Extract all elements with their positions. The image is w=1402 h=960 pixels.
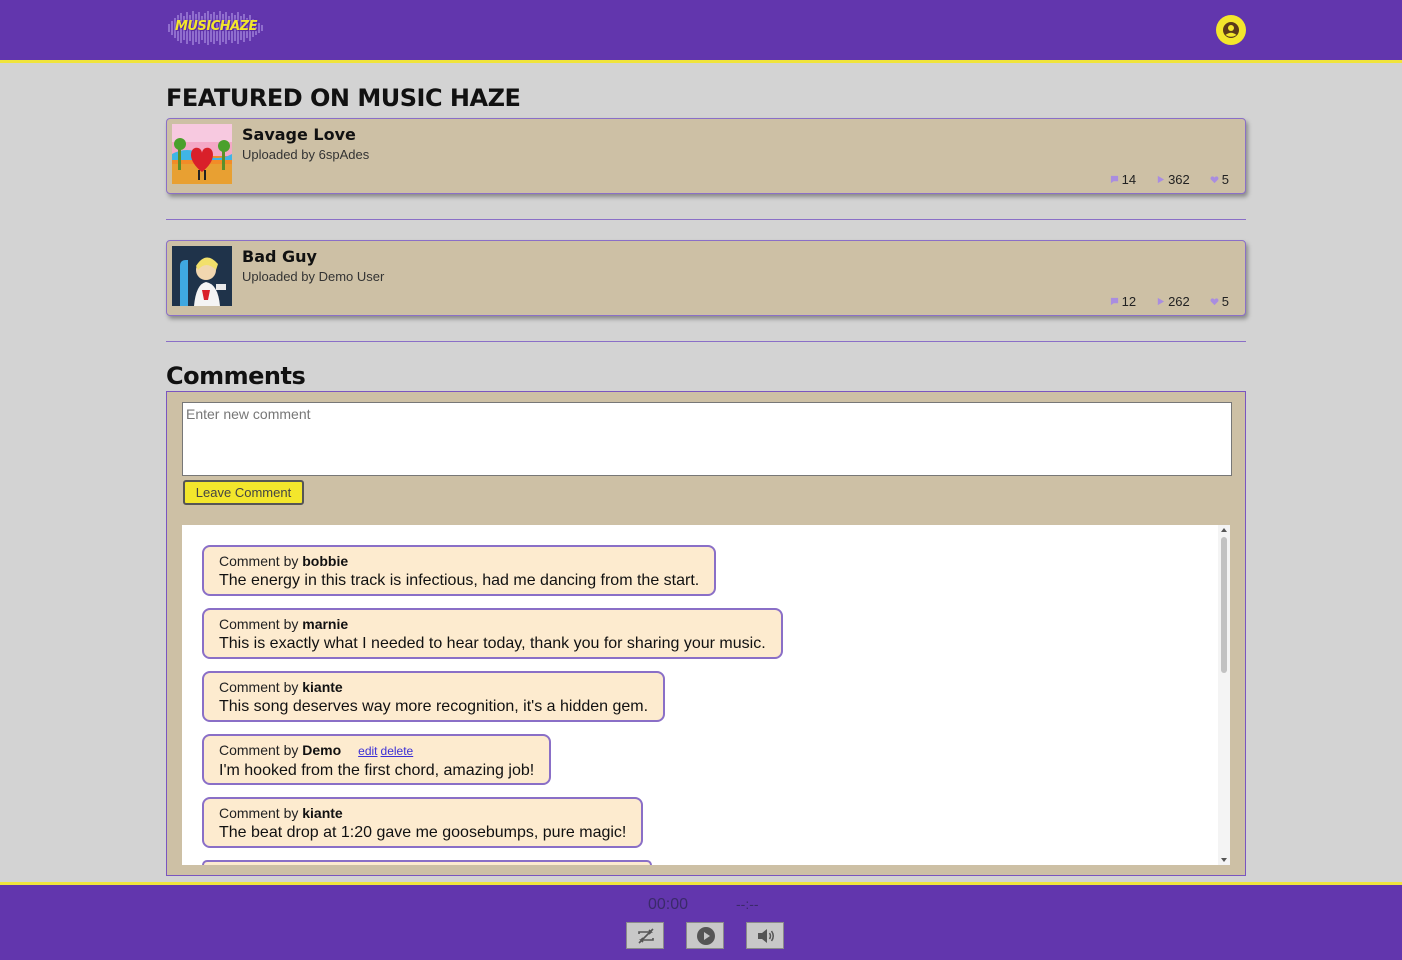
comment-author: marnie xyxy=(302,616,349,632)
comment-text: This is exactly what I needed to hear to… xyxy=(219,635,766,652)
top-navbar: MUSICHAZE xyxy=(0,0,1402,63)
song-uploader: Uploaded by Demo User xyxy=(242,269,385,284)
play-count-value: 362 xyxy=(1168,172,1190,187)
divider xyxy=(166,219,1246,220)
album-art xyxy=(172,246,232,306)
comment-prefix: Comment by xyxy=(219,679,299,695)
song-title[interactable]: Bad Guy xyxy=(242,247,317,266)
comment-item: Comment by kiante The beat drop at 1:20 … xyxy=(202,797,644,848)
comment-header: Comment by Demo edit delete xyxy=(219,742,534,760)
heart-icon xyxy=(1210,176,1219,184)
divider xyxy=(166,341,1246,342)
comments-panel: Leave Comment Comment by bobbie The ener… xyxy=(166,391,1246,876)
play-count: 362 xyxy=(1156,172,1190,187)
song-uploader: Uploaded by 6spAdes xyxy=(242,147,370,162)
scroll-down-arrow-icon[interactable] xyxy=(1221,858,1227,862)
comment-item-own: Comment by Demo edit delete I'm hooked fro… xyxy=(202,734,552,785)
song-stats: 12 262 5 xyxy=(1110,294,1229,309)
scroll-up-arrow-icon[interactable] xyxy=(1221,528,1227,532)
comment-count-value: 14 xyxy=(1121,172,1137,187)
logo-text: MUSICHAZE xyxy=(175,19,257,34)
comment-item: Comment by kiante This song deserves way… xyxy=(202,671,666,722)
user-circle-icon xyxy=(1223,22,1239,38)
comment-text: This song deserves way more recognition,… xyxy=(219,698,649,715)
song-card[interactable]: Bad Guy Uploaded by Demo User 12 262 5 xyxy=(166,240,1246,316)
like-count: 5 xyxy=(1210,172,1229,187)
comment-prefix: Comment by xyxy=(219,553,299,569)
comment-list[interactable]: Comment by bobbie The energy in this tra… xyxy=(182,525,1230,865)
like-count-value: 5 xyxy=(1221,172,1229,187)
comment-author: bobbie xyxy=(302,553,349,569)
comment-header: Comment by marnie xyxy=(219,616,766,633)
comment-prefix: Comment by xyxy=(219,742,299,758)
comment-item: Comment by marnie This is exactly what I… xyxy=(202,608,783,659)
musichaze-logo[interactable]: MUSICHAZE xyxy=(166,10,266,46)
album-art xyxy=(172,124,232,184)
song-title[interactable]: Savage Love xyxy=(242,125,356,144)
like-count: 5 xyxy=(1210,294,1229,309)
comment-text: The energy in this track is infectious, … xyxy=(219,572,700,589)
volume-button[interactable] xyxy=(746,922,784,949)
like-count-value: 5 xyxy=(1221,294,1229,309)
song-stats: 14 362 5 xyxy=(1110,172,1229,187)
comment-header: Comment by bobbie xyxy=(219,553,699,570)
play-count: 262 xyxy=(1156,294,1190,309)
edit-comment-link[interactable]: edit xyxy=(358,744,377,758)
comment-item: Comment by bobbie The energy in this tra… xyxy=(202,545,717,596)
new-comment-input[interactable] xyxy=(182,402,1232,476)
play-button[interactable] xyxy=(686,922,724,949)
comment-prefix: Comment by xyxy=(219,616,299,632)
volume-icon xyxy=(758,929,774,943)
comment-item-partial xyxy=(202,860,652,865)
comment-text: I'm hooked from the first chord, amazing… xyxy=(219,762,535,779)
comment-author: kiante xyxy=(302,679,343,695)
total-time: --:-- xyxy=(736,896,759,912)
comment-text: The beat drop at 1:20 gave me goosebumps… xyxy=(219,824,627,841)
comment-header: Comment by kiante xyxy=(219,805,626,822)
comment-author: Demo xyxy=(302,742,342,758)
featured-heading: FEATURED ON MUSIC HAZE xyxy=(166,84,521,112)
comment-list-scrollbar[interactable] xyxy=(1218,525,1230,865)
comment-header: Comment by kiante xyxy=(219,679,648,696)
comment-icon xyxy=(1110,175,1118,184)
current-time: 00:00 xyxy=(648,896,689,913)
comment-icon xyxy=(1110,297,1118,306)
comment-count: 12 xyxy=(1110,294,1136,309)
play-icon xyxy=(1157,297,1165,306)
play-icon xyxy=(697,927,715,945)
play-count-value: 262 xyxy=(1168,294,1190,309)
comments-heading: Comments xyxy=(166,362,306,390)
comment-prefix: Comment by xyxy=(219,805,299,821)
heart-icon xyxy=(1210,298,1219,306)
comment-count-value: 12 xyxy=(1121,294,1137,309)
delete-comment-link[interactable]: delete xyxy=(381,744,414,758)
leave-comment-button[interactable]: Leave Comment xyxy=(183,480,304,505)
loop-button[interactable] xyxy=(626,922,664,949)
comment-author: kiante xyxy=(302,805,343,821)
comment-count: 14 xyxy=(1110,172,1136,187)
user-account-button[interactable] xyxy=(1216,15,1246,45)
audio-player-bar: 00:00 --:-- xyxy=(0,882,1402,960)
song-card[interactable]: Savage Love Uploaded by 6spAdes 14 362 5 xyxy=(166,118,1246,194)
loop-icon xyxy=(638,928,654,944)
play-icon xyxy=(1157,175,1165,184)
scrollbar-thumb[interactable] xyxy=(1221,537,1227,673)
